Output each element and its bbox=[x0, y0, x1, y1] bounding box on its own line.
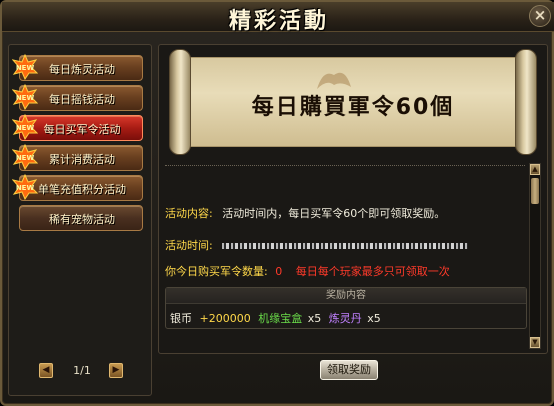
time-label: 活动时间: bbox=[165, 239, 213, 252]
activity-label: 稀有宠物活动 bbox=[49, 213, 115, 226]
activity-window: 精彩活動 × NEW 每日炼灵活动 NEW 每日摇钱活动 NEW 每日买军令活动… bbox=[0, 0, 554, 406]
reward-box: 奖励内容 银币 +200000 机缘宝盒 x5 炼灵丹 x5 bbox=[165, 287, 527, 329]
reward-header: 奖励内容 bbox=[166, 288, 526, 304]
activity-item-rare-pet[interactable]: 稀有宠物活动 bbox=[19, 205, 143, 231]
content-value: 活动时间内，每日买军令60个即可领取奖励。 bbox=[222, 207, 446, 220]
bought-count: 0 bbox=[275, 265, 283, 278]
reward-item-amount: x5 bbox=[307, 312, 322, 325]
bought-row: 你今日购买军令数量: 0 每日每个玩家最多只可领取一次 bbox=[165, 263, 450, 279]
bought-label: 你今日购买军令数量: bbox=[165, 265, 268, 278]
activity-item-daily-refine[interactable]: NEW 每日炼灵活动 bbox=[12, 54, 143, 81]
activity-item-daily-orders[interactable]: NEW 每日买军令活动 bbox=[12, 114, 143, 141]
activity-banner: 每日購買軍令60個 bbox=[163, 49, 543, 161]
banner-title: 每日購買軍令60個 bbox=[251, 95, 455, 120]
reward-line: 银币 +200000 机缘宝盒 x5 炼灵丹 x5 bbox=[170, 310, 381, 326]
time-row: 活动时间: bbox=[165, 237, 469, 253]
activity-list: NEW 每日炼灵活动 NEW 每日摇钱活动 NEW 每日买军令活动 NEW 累计… bbox=[12, 54, 147, 235]
pager: ◀ 1/1 ▶ bbox=[39, 363, 125, 381]
reward-item-amount: x5 bbox=[367, 312, 381, 325]
title-bar: 精彩活動 × bbox=[2, 2, 554, 34]
activity-content: 活动内容: 活动时间内，每日买军令60个即可领取奖励。 活动时间: 你今日购买军… bbox=[165, 165, 527, 351]
activity-label: 每日炼灵活动 bbox=[49, 63, 115, 76]
activity-label: 每日摇钱活动 bbox=[49, 93, 115, 106]
scroll-up-icon[interactable]: ▲ bbox=[530, 164, 540, 175]
activity-item-daily-money[interactable]: NEW 每日摇钱活动 bbox=[12, 84, 143, 111]
bought-note: 每日每个玩家最多只可领取一次 bbox=[295, 265, 450, 278]
claim-reward-button[interactable]: 领取奖励 bbox=[320, 360, 378, 380]
next-page-button[interactable]: ▶ bbox=[109, 363, 123, 378]
scroll-thumb[interactable] bbox=[531, 178, 539, 204]
activity-item-single-recharge[interactable]: NEW 单笔充值积分活动 bbox=[12, 174, 143, 201]
window-title: 精彩活動 bbox=[228, 8, 329, 34]
scroll-down-icon[interactable]: ▼ bbox=[530, 337, 540, 348]
activity-detail-panel: 每日購買軍令60個 活动内容: 活动时间内，每日买军令60个即可领取奖励。 活动… bbox=[158, 44, 548, 354]
activity-label: 每日买军令活动 bbox=[43, 123, 121, 136]
activity-label: 累计消费活动 bbox=[49, 153, 115, 166]
reward-item-name[interactable]: 炼灵丹 bbox=[329, 312, 362, 325]
content-row: 活动内容: 活动时间内，每日买军令60个即可领取奖励。 bbox=[165, 205, 445, 221]
content-label: 活动内容: bbox=[165, 207, 213, 220]
close-button[interactable]: × bbox=[529, 5, 551, 27]
reward-item-name[interactable]: 机缘宝盒 bbox=[258, 312, 302, 325]
activity-item-cumulative-spend[interactable]: NEW 累计消费活动 bbox=[12, 144, 143, 171]
prev-page-button[interactable]: ◀ bbox=[39, 363, 53, 378]
activity-label: 单笔充值积分活动 bbox=[38, 183, 126, 196]
content-scrollbar[interactable]: ▲ ▼ bbox=[529, 163, 541, 349]
activity-list-panel: NEW 每日炼灵活动 NEW 每日摇钱活动 NEW 每日买军令活动 NEW 累计… bbox=[8, 44, 152, 396]
page-indicator: 1/1 bbox=[73, 364, 91, 377]
reward-item-name: 银币 bbox=[170, 312, 192, 325]
reward-item-amount: +200000 bbox=[199, 312, 251, 325]
redacted-time bbox=[222, 243, 469, 249]
content-divider bbox=[165, 165, 525, 171]
